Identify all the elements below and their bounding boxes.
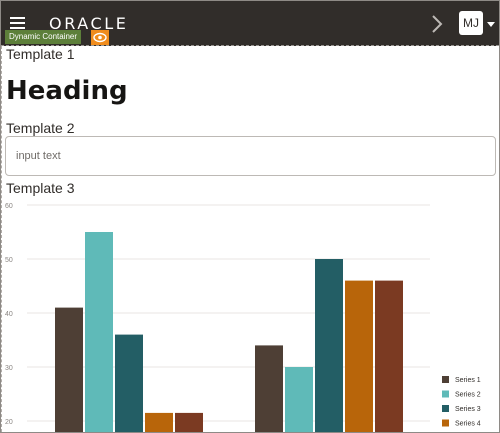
bar[interactable] — [315, 259, 343, 432]
bar[interactable] — [145, 412, 173, 432]
text-input[interactable] — [5, 136, 496, 176]
legend-swatch — [442, 405, 449, 412]
bar[interactable] — [345, 280, 373, 432]
y-tick-label: 50 — [5, 257, 13, 264]
legend-label: Series 2 — [455, 392, 481, 399]
chevron-right-icon[interactable] — [429, 14, 445, 34]
y-tick-label: 20 — [5, 419, 13, 426]
legend-label: Series 3 — [455, 406, 481, 413]
caret-down-icon[interactable] — [487, 22, 495, 27]
app-frame: ORACLE MJ Dynamic Container Template 1 H… — [0, 0, 500, 433]
bar[interactable] — [285, 367, 313, 432]
hamburger-menu-icon[interactable] — [10, 17, 25, 29]
legend-label: Series 4 — [455, 421, 481, 428]
template-2-label: Template 2 — [6, 120, 75, 136]
bar[interactable] — [175, 412, 203, 432]
template-3-label: Template 3 — [6, 180, 75, 196]
bar[interactable] — [85, 232, 113, 432]
dynamic-container-badge[interactable]: Dynamic Container — [5, 30, 82, 44]
legend-swatch — [442, 376, 449, 383]
user-avatar[interactable]: MJ — [459, 11, 483, 35]
heading-text: Heading — [6, 76, 128, 106]
bar[interactable] — [255, 345, 283, 432]
legend-swatch — [442, 390, 449, 398]
y-tick-label: 30 — [5, 365, 13, 372]
y-tick-label: 40 — [5, 311, 13, 318]
y-tick-label: 60 — [5, 203, 13, 210]
legend-swatch — [442, 419, 449, 427]
template-1-label: Template 1 — [6, 46, 75, 62]
bar[interactable] — [115, 334, 143, 432]
bar-chart: 60 50 40 30 20 Series 1 Series 2 Series 3 Series… — [5, 203, 481, 432]
bar[interactable] — [55, 307, 83, 432]
legend-label: Series 1 — [455, 377, 481, 384]
dynamic-container: Template 1 Heading Template 2 Template 3… — [1, 46, 499, 432]
bar[interactable] — [375, 280, 403, 432]
eye-icon[interactable] — [91, 30, 109, 45]
